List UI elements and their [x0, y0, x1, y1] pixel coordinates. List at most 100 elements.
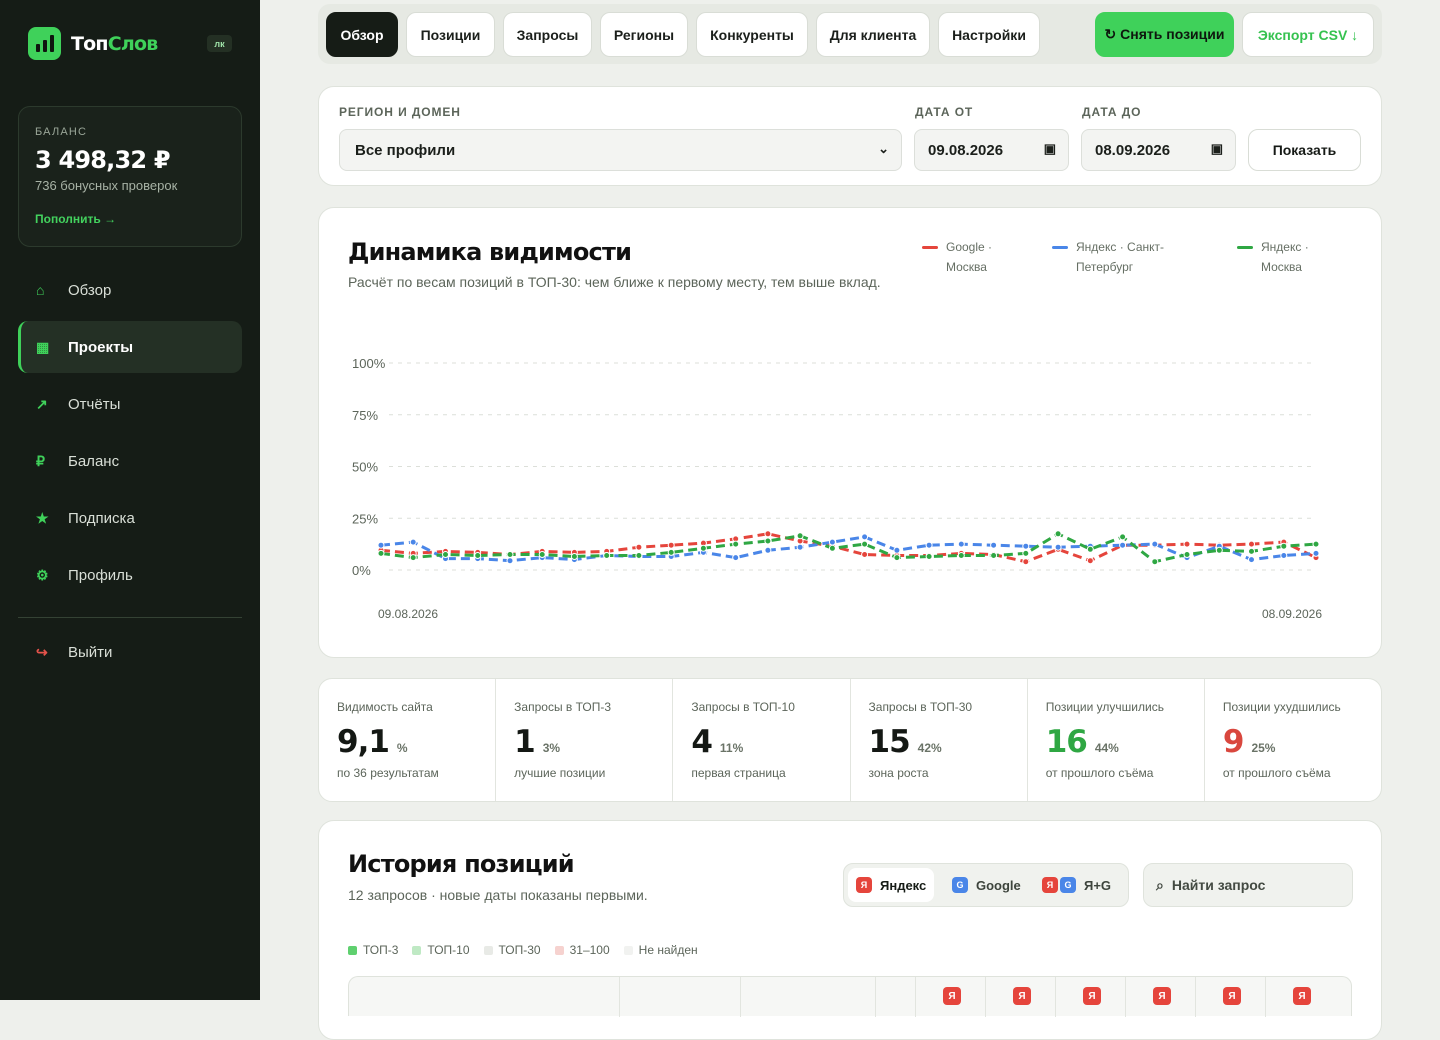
yandex-icon: Я: [1293, 987, 1311, 1005]
bonus-checks: 736 бонусных проверок: [35, 178, 178, 193]
data-point: [990, 541, 998, 549]
refresh-positions-button[interactable]: ↻ Снять позиции: [1095, 12, 1234, 57]
logout-button[interactable]: ↪ Выйти: [18, 626, 242, 678]
sidebar-item-label: Отчёты: [68, 395, 121, 413]
yandex-icon: Я: [1223, 987, 1241, 1005]
x-tick-label: 08.09.2026: [1262, 607, 1322, 621]
show-button[interactable]: Показать: [1248, 129, 1361, 171]
main-content: Обзор Позиции Запросы Регионы Конкуренты…: [260, 0, 1440, 1040]
legend-swatch: [483, 945, 493, 955]
projects-icon: ▦: [36, 338, 50, 355]
column-divider: [1125, 977, 1126, 1017]
history-subtitle: 12 запросов · новые даты показаны первым…: [348, 887, 648, 903]
tab-competitors[interactable]: Конкуренты: [696, 12, 808, 57]
sidebar: ТопСлов лк БАЛАНС 3 498,32 ₽ 736 бонусны…: [0, 0, 260, 1000]
data-point: [474, 552, 482, 559]
tab-regions[interactable]: Регионы: [600, 12, 688, 57]
stat-worsened: Позиции ухудшились 9 25% от прошлого съём…: [1205, 679, 1381, 801]
stat-label: Запросы в ТОП-10: [691, 700, 795, 714]
column-divider: [1195, 977, 1196, 1017]
data-point: [796, 532, 804, 540]
stat-hint: от прошлого съёма: [1045, 766, 1154, 780]
data-point: [667, 548, 675, 556]
sidebar-item-overview[interactable]: ⌂ Обзор: [18, 264, 242, 316]
data-point: [667, 541, 675, 549]
stat-unit: 25%: [1251, 741, 1276, 755]
tab-for-client[interactable]: Для клиента: [816, 12, 930, 57]
stats-row: Видимость сайта 9,1% по 36 результатам З…: [318, 678, 1382, 802]
sidebar-item-subscription[interactable]: ★ Подписка: [18, 492, 242, 544]
tab-settings[interactable]: Настройки: [938, 12, 1040, 57]
legend-label: ТОП-3: [363, 943, 399, 957]
balance-card: БАЛАНС 3 498,32 ₽ 736 бонусных проверок …: [18, 106, 242, 247]
stat-hint: по 36 результатам: [337, 766, 439, 780]
engine-google[interactable]: G Google: [944, 868, 1029, 902]
date-from-input[interactable]: 09.08.2026 ▣: [914, 129, 1069, 171]
sidebar-item-label: Подписка: [68, 509, 135, 527]
account-badge[interactable]: лк: [207, 35, 232, 52]
visibility-chart: 100% 75% 50% 25% 0% 09.08.2026 08.09.2026: [352, 356, 1322, 621]
data-point: [1312, 540, 1320, 548]
data-point: [635, 552, 643, 559]
logo[interactable]: ТопСлов: [28, 27, 158, 60]
legend-swatch: [554, 945, 564, 955]
series-line-3: [380, 532, 1317, 564]
region-select[interactable]: Все профили ⌄: [339, 129, 902, 171]
y-tick-label: 25%: [352, 511, 378, 526]
data-point: [1183, 551, 1191, 558]
stat-hint: лучшие позиции: [514, 766, 606, 780]
sidebar-item-balance[interactable]: ₽ Баланс: [18, 435, 242, 487]
ruble-icon: ₽: [36, 452, 45, 469]
y-tick-label: 75%: [352, 408, 378, 423]
stat-hint: зона роста: [868, 766, 929, 780]
data-point: [699, 544, 707, 552]
sidebar-item-reports[interactable]: ↗ Отчёты: [18, 378, 242, 430]
data-point: [570, 553, 578, 560]
legend-label: ТОП-30: [498, 943, 541, 957]
search-icon: ⌕: [1156, 876, 1164, 893]
stat-unit: 11%: [719, 741, 744, 755]
gear-icon: ⚙: [36, 566, 49, 583]
column-divider: [619, 977, 620, 1017]
engine-both[interactable]: Я G Я+G: [1034, 868, 1119, 902]
engine-yandex[interactable]: Я Яндекс: [848, 868, 935, 902]
y-tick-label: 0%: [352, 563, 371, 578]
tab-overview[interactable]: Обзор: [326, 12, 398, 57]
column-divider: [740, 977, 741, 1017]
stat-label: Позиции ухудшились: [1222, 700, 1341, 714]
stat-top10: Запросы в ТОП-10 4 11% первая страница: [673, 679, 851, 801]
logo-text: ТопСлов: [71, 32, 158, 55]
y-tick-label: 50%: [352, 460, 378, 475]
search-input[interactable]: [1171, 877, 1332, 893]
topup-link[interactable]: Пополнить →: [35, 212, 225, 226]
data-point: [925, 553, 933, 560]
history-title: История позиций: [348, 850, 575, 878]
stat-unit: 3%: [542, 741, 561, 755]
data-point: [1022, 542, 1030, 550]
sidebar-item-projects[interactable]: ▦ Проекты: [18, 321, 242, 373]
export-csv-button[interactable]: Экспорт CSV ↓: [1242, 12, 1374, 57]
bar-chart-icon: [28, 27, 61, 60]
column-divider: [1265, 977, 1266, 1017]
x-tick-label: 09.08.2026: [378, 607, 438, 621]
engine-switch: Я Яндекс G Google Я G Я+G: [843, 863, 1129, 907]
yandex-icon: Я: [1042, 877, 1058, 893]
engine-label: Яндекс: [880, 877, 927, 893]
stat-label: Видимость сайта: [337, 700, 433, 714]
yandex-icon: Я: [943, 987, 961, 1005]
data-point: [1054, 543, 1062, 551]
data-point: [1054, 530, 1062, 538]
data-point: [1022, 549, 1030, 557]
tab-queries[interactable]: Запросы: [503, 12, 592, 57]
stat-improved: Позиции улучшились 16 44% от прошлого съё…: [1028, 679, 1205, 801]
date-from-value: 09.08.2026: [928, 141, 1004, 159]
stat-visibility: Видимость сайта 9,1% по 36 результатам: [319, 679, 497, 801]
tab-positions[interactable]: Позиции: [406, 12, 495, 57]
sidebar-item-profile[interactable]: ⚙ Профиль: [18, 549, 242, 601]
stat-hint: первая страница: [691, 766, 786, 780]
data-point: [1151, 540, 1159, 548]
date-to-input[interactable]: 08.09.2026 ▣: [1081, 129, 1236, 171]
query-search[interactable]: ⌕: [1143, 863, 1353, 907]
stat-unit: %: [396, 741, 408, 755]
filters-card: РЕГИОН И ДОМЕН Все профили ⌄ ДАТА ОТ 09.…: [318, 86, 1382, 186]
